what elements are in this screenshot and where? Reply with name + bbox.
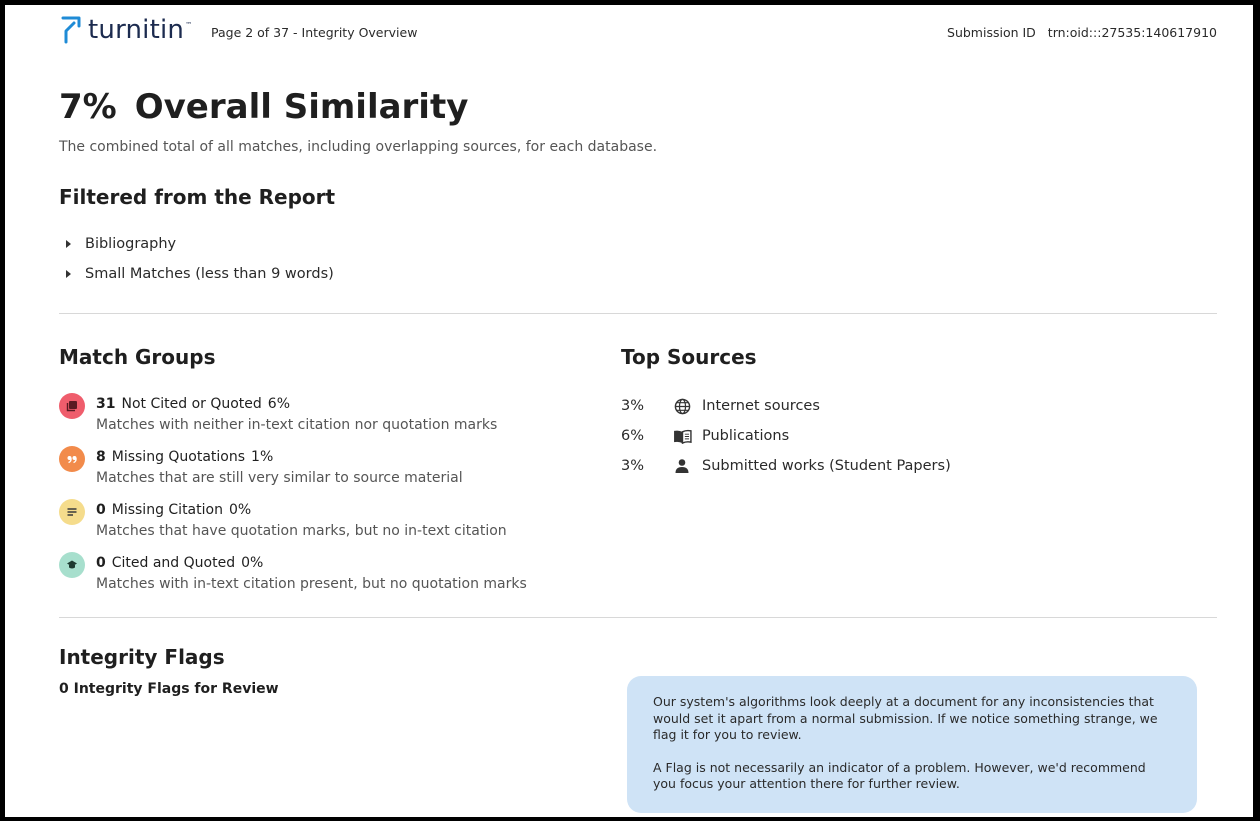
- top-source-percent: 3%: [621, 398, 645, 414]
- match-group-count: 0: [96, 555, 106, 571]
- match-group-missing-citation: 0 Missing Citation 0% Matches that have qu…: [59, 499, 579, 552]
- match-group-title: 0 Cited and Quoted 0%: [96, 552, 579, 574]
- filtered-item-label: Small Matches (less than 9 words): [85, 266, 334, 282]
- overall-similarity-percent: 7%: [59, 87, 117, 127]
- match-group-description: Matches with neither in-text citation no…: [96, 417, 498, 433]
- filtered-item-label: Bibliography: [85, 236, 177, 252]
- match-groups-heading: Match Groups: [59, 345, 216, 369]
- expand-triangle-icon: [66, 240, 71, 248]
- text-lines-icon: [59, 499, 85, 525]
- person-icon: [671, 456, 693, 476]
- match-group-description: Matches that have quotation marks, but n…: [96, 523, 507, 539]
- document-stack-icon: [59, 393, 85, 419]
- top-source-label: Publications: [702, 428, 790, 444]
- filtered-item-bibliography[interactable]: Bibliography: [59, 229, 334, 259]
- report-header: turnitin ™ Page 2 of 37 - Integrity Over…: [5, 5, 1253, 65]
- match-group-missing-quotations: 8 Missing Quotations 1% Matches that are s…: [59, 446, 579, 499]
- match-group-label: Missing Quotations: [111, 449, 246, 465]
- submission-id: Submission ID trn:oid:::27535:140617910: [947, 25, 1217, 40]
- graduation-cap-icon: [59, 552, 85, 578]
- match-group-description: Matches that are still very similar to s…: [96, 470, 463, 486]
- report-page: turnitin ™ Page 2 of 37 - Integrity Over…: [5, 5, 1253, 817]
- match-group-label: Missing Citation: [111, 502, 223, 518]
- section-divider: [59, 617, 1217, 618]
- top-source-submitted-works: 3% Submitted works (Student Papers): [621, 451, 951, 481]
- match-group-label: Cited and Quoted: [111, 555, 236, 571]
- top-source-percent: 3%: [621, 458, 645, 474]
- filtered-heading: Filtered from the Report: [59, 185, 336, 209]
- match-group-count: 0: [96, 502, 106, 518]
- info-paragraph: A Flag is not necessarily an indicator o…: [653, 759, 1146, 792]
- top-source-label: Internet sources: [702, 398, 820, 414]
- match-group-title: 31 Not Cited or Quoted 6%: [96, 393, 579, 415]
- overall-similarity-label: Overall Similarity: [134, 87, 469, 127]
- turnitin-logo-icon: [61, 16, 81, 44]
- match-group-percent: 0%: [241, 555, 264, 571]
- top-source-publications: 6% Publications: [621, 421, 951, 451]
- overall-similarity-title: 7% Overall Similarity: [59, 87, 468, 127]
- submission-label: Submission ID: [947, 25, 1036, 40]
- submission-id-value: trn:oid:::27535:140617910: [1047, 25, 1217, 40]
- match-group-label: Not Cited or Quoted: [121, 396, 262, 412]
- top-sources-list: 3% Internet sources 6% Publications 3% S…: [621, 391, 951, 481]
- open-book-icon: [671, 426, 693, 446]
- integrity-flags-count: 0 Integrity Flags for Review: [59, 681, 279, 697]
- top-source-percent: 6%: [621, 428, 645, 444]
- match-group-title: 0 Missing Citation 0%: [96, 499, 579, 521]
- top-source-label: Submitted works (Student Papers): [702, 458, 951, 474]
- brand-name: turnitin: [88, 15, 185, 45]
- match-group-count: 31: [96, 396, 116, 412]
- globe-icon: [671, 396, 693, 416]
- match-group-description: Matches with in-text citation present, b…: [96, 576, 527, 592]
- filtered-item-small-matches[interactable]: Small Matches (less than 9 words): [59, 259, 334, 289]
- match-group-percent: 0%: [228, 502, 252, 518]
- section-divider: [59, 313, 1217, 314]
- match-group-percent: 1%: [251, 449, 274, 465]
- turnitin-logo: turnitin ™: [60, 15, 192, 45]
- match-group-not-cited: 31 Not Cited or Quoted 6% Matches with nei…: [59, 393, 579, 446]
- filtered-list: Bibliography Small Matches (less than 9 …: [59, 229, 334, 289]
- match-group-percent: 6%: [267, 396, 291, 412]
- match-group-count: 8: [96, 449, 106, 465]
- top-source-internet: 3% Internet sources: [621, 391, 951, 421]
- integrity-info-box: Our system's algorithms look deeply at a…: [627, 676, 1197, 813]
- quotation-marks-icon: [59, 446, 85, 472]
- integrity-flags-heading: Integrity Flags: [59, 645, 225, 669]
- expand-triangle-icon: [66, 270, 71, 278]
- info-paragraph: Our system's algorithms look deeply at a…: [653, 694, 1158, 742]
- match-groups-list: 31 Not Cited or Quoted 6% Matches with nei…: [59, 393, 579, 605]
- overall-similarity-description: The combined total of all matches, inclu…: [59, 139, 658, 155]
- match-group-title: 8 Missing Quotations 1%: [96, 446, 579, 468]
- trademark-mark: ™: [185, 21, 193, 29]
- match-group-cited-and-quoted: 0 Cited and Quoted 0% Matches with in-text…: [59, 552, 579, 605]
- top-sources-heading: Top Sources: [621, 345, 757, 369]
- page-info: Page 2 of 37 - Integrity Overview: [211, 25, 418, 40]
